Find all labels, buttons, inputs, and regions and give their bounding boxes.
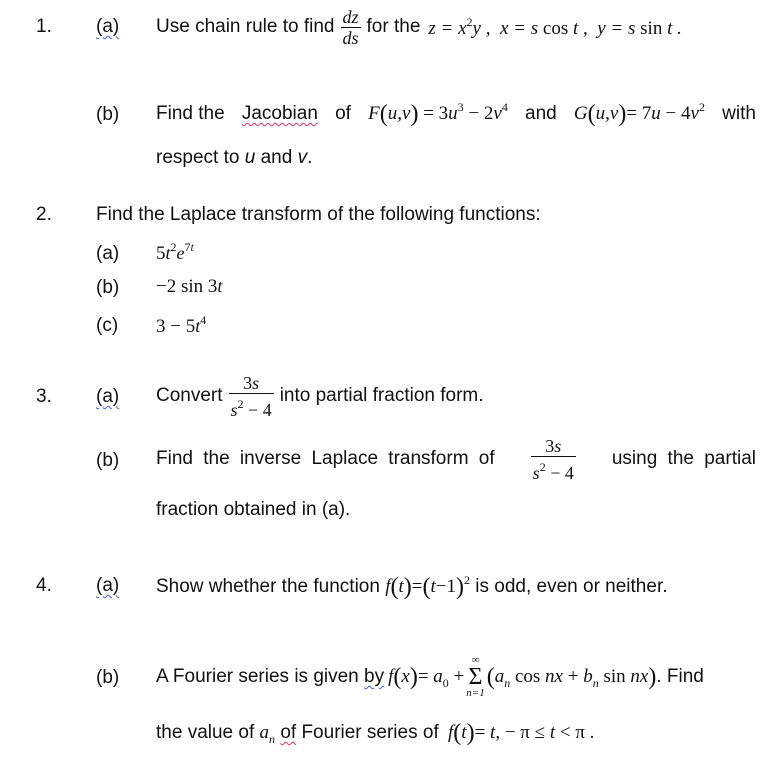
q4a-text-before: Show whether the function	[156, 576, 380, 597]
q2-part-a-math: 5t2e7t	[156, 240, 194, 264]
question-4-number: 4.	[36, 575, 52, 596]
summation-symbol: ∞ Σ n=1	[466, 655, 484, 699]
question-2-number: 2.	[36, 204, 52, 225]
q1a-text-after: for the	[366, 16, 421, 37]
q1b-text-with: with	[722, 103, 756, 124]
q3a-denominator: s2 − 4	[230, 396, 272, 420]
q1b-text-a: Find the	[156, 103, 225, 124]
q3-part-b-line1: Find the inverse Laplace transform of 3s…	[156, 434, 756, 484]
q4a-math: f(t)=(t−1)2	[385, 573, 470, 600]
q1b-line2-and: and	[260, 147, 293, 168]
q2-part-a-label: (a)	[96, 243, 120, 264]
q3a-fraction: 3s s2 − 4	[228, 372, 274, 420]
q1-part-a-text: Use chain rule to find dz ds for the z =…	[156, 4, 682, 50]
q4-part-b-line1: A Fourier series is given by f(x)= a0 + …	[156, 650, 704, 704]
q3a-numerator: 3s	[243, 372, 260, 393]
q1a-numerator: dz	[342, 6, 359, 27]
q1b-jacobian-word: Jacobian	[241, 103, 318, 124]
q4b-math-lhs: f(x)= a0 +	[388, 663, 465, 690]
q4b-var-an: an	[259, 722, 276, 746]
q4b-text-after: . Find	[656, 666, 704, 687]
q1b-line2-end: .	[307, 147, 313, 168]
q4-part-a-text: Show whether the function f(t)=(t−1)2 is…	[156, 573, 668, 601]
q4b-math-rhs: (an cos nx + bn sin nx)	[486, 663, 657, 690]
q1a-label-text: (a)	[96, 16, 120, 37]
q3b-fraction: 3s s2 − 4	[530, 435, 576, 483]
q3-part-a-label: (a)	[96, 386, 119, 408]
q1-part-b-label: (b)	[96, 104, 120, 125]
q3-part-a-text: Convert 3s s2 − 4 into partial fraction …	[156, 372, 484, 420]
q4b-text-of: of	[280, 722, 297, 743]
question-1-number: 1.	[36, 16, 52, 37]
q1b-var-u: u	[244, 147, 256, 168]
q4a-text-after: is odd, even or neither.	[475, 576, 668, 597]
q4b-line2-a: the value of	[156, 722, 255, 743]
q3b-text-before: Find the inverse Laplace transform of	[156, 448, 495, 469]
q3a-label-text: (a)	[96, 386, 120, 407]
q2-intro: Find the Laplace transform of the follow…	[96, 204, 541, 225]
q1b-math-F: F(u,v) = 3u3 − 2v4	[368, 100, 508, 127]
q1a-fraction: dz ds	[340, 6, 361, 48]
q2-part-b-label: (b)	[96, 277, 120, 298]
q2-part-b-math: −2 sin 3t	[156, 276, 223, 297]
sigma-icon: Σ	[468, 664, 483, 690]
q4b-line2-b: Fourier series of	[301, 722, 439, 743]
q1-part-b-line2: respect to u and v.	[156, 147, 312, 169]
q1b-text-and: and	[525, 103, 557, 124]
q3b-text-after: using the partial	[611, 448, 756, 469]
q4a-label-text: (a)	[96, 575, 120, 596]
q1a-text-before: Use chain rule to find	[156, 16, 335, 37]
sum-lower-limit: n=1	[466, 687, 485, 699]
q4-part-b-label: (b)	[96, 667, 120, 688]
q3a-text-after: into partial fraction form.	[279, 385, 484, 406]
question-3-number: 3.	[36, 386, 52, 407]
q4-part-a-label: (a)	[96, 575, 119, 597]
q3b-denominator: s2 − 4	[532, 459, 574, 483]
q3a-text-before: Convert	[156, 385, 223, 406]
q1b-math-G: G(u,v)= 7u − 4v2	[573, 100, 705, 127]
q4b-text-by: by	[364, 666, 385, 687]
q1-part-b-line1: Find the Jacobian of F(u,v) = 3u3 − 2v4 …	[156, 100, 756, 128]
q4-part-b-line2: the value of an of Fourier series of f(t…	[156, 720, 594, 747]
q2-part-c-label: (c)	[96, 315, 119, 336]
q2-part-c-math: 3 − 5t4	[156, 313, 207, 337]
q1b-var-v: v	[297, 147, 308, 168]
q3b-numerator: 3s	[545, 435, 562, 456]
q3-part-b-label: (b)	[96, 450, 120, 471]
q1b-text-of: of	[335, 103, 351, 124]
q1-part-a-label: (a)	[96, 16, 119, 38]
q3b-line2: fraction obtained in (a).	[156, 499, 351, 520]
q4b-text-before: A Fourier series is given	[156, 666, 359, 687]
q1a-math: z = x2y , x = s cos t , y = s sin t .	[428, 14, 682, 39]
q1a-denominator: ds	[342, 27, 359, 48]
q1b-line2-a: respect to	[156, 147, 240, 168]
q4b-math-line2: f(t)= t, − π ≤ t < π .	[448, 720, 595, 746]
